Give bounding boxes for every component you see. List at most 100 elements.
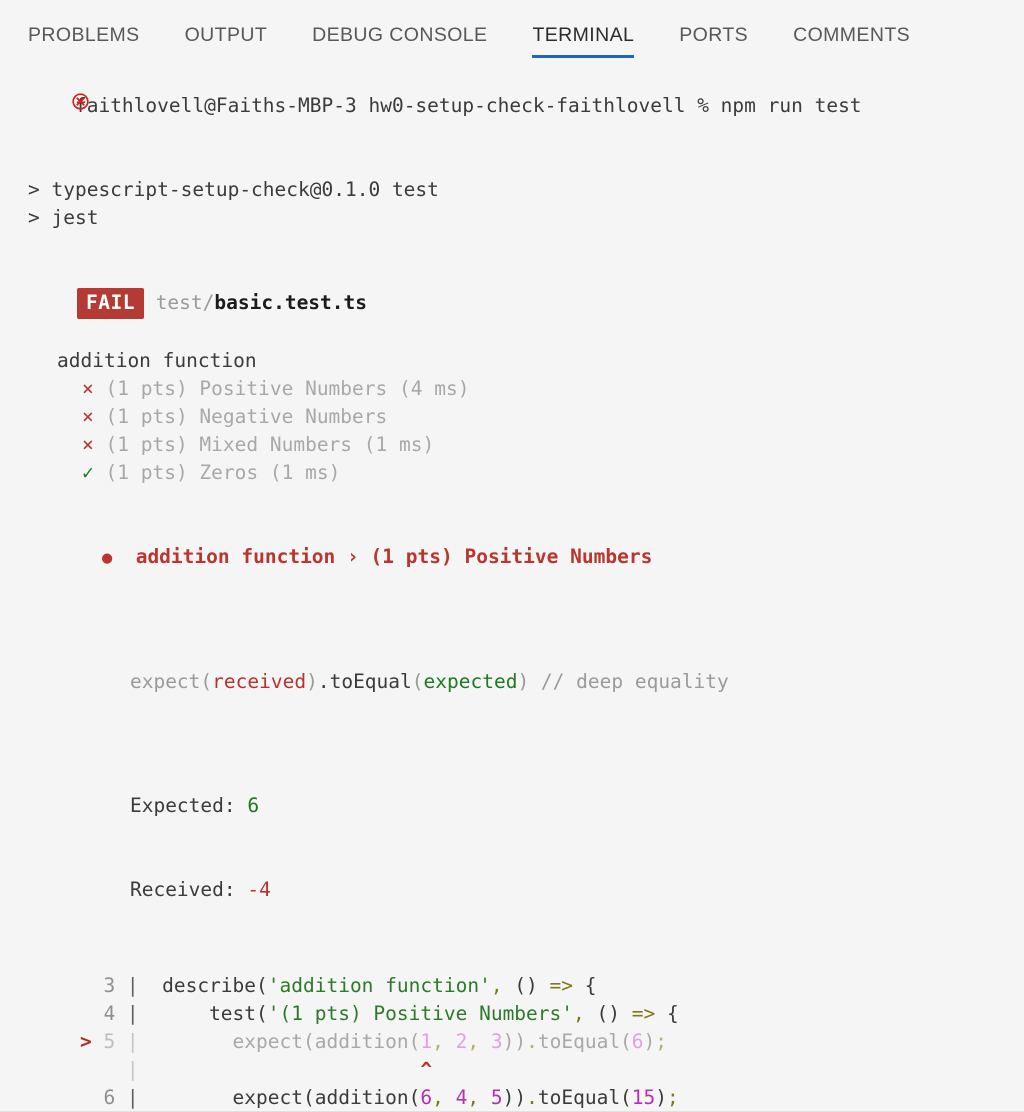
error-circle-x-icon xyxy=(2,62,90,110)
code-token-ident: )) xyxy=(502,1030,527,1053)
code-token-punct: , xyxy=(573,1002,585,1025)
code-token-ident: toEqual( xyxy=(537,1086,632,1109)
code-line-marker-blank xyxy=(80,1056,103,1084)
test-result-label: (1 pts) Negative Numbers xyxy=(105,405,388,428)
failure-bullet-icon: ● xyxy=(101,548,113,568)
cross-icon: × xyxy=(82,377,94,400)
expected-label: Expected: xyxy=(129,794,236,817)
code-token-ident: { xyxy=(573,974,597,997)
error-caret-icon: ^ xyxy=(420,1058,433,1081)
code-line-number: 6 xyxy=(103,1086,116,1109)
code-gutter-pipe: | xyxy=(126,1058,139,1081)
code-token-num: 2 xyxy=(455,1030,468,1053)
code-line-marker-blank xyxy=(80,1000,103,1028)
code-frame-line: > 5 | expect(addition(1, 2, 3)).toEqual(6… xyxy=(0,1028,1024,1056)
test-result-duration: (4 ms) xyxy=(387,377,470,400)
code-token-ident: toEqual( xyxy=(537,1030,632,1053)
npm-output-line: > jest xyxy=(0,204,1024,232)
code-token-num: 15 xyxy=(631,1086,656,1109)
code-token-ident xyxy=(444,1086,456,1109)
code-token-num: 3 xyxy=(490,1030,503,1053)
describe-label: addition function xyxy=(57,349,257,372)
test-result-label: (1 pts) Zeros xyxy=(105,461,259,484)
npm-output-text: > jest xyxy=(28,206,99,229)
code-gutter-pipe: | xyxy=(126,974,139,997)
suite-header: FAIL test/basic.test.ts xyxy=(0,260,1024,347)
tab-ports[interactable]: PORTS xyxy=(679,24,748,58)
matcher-expect: expect xyxy=(129,670,201,693)
failure-header: ● addition function › (1 pts) Positive N… xyxy=(0,515,1024,600)
matcher-name: .toEqual xyxy=(317,670,412,693)
terminal-output[interactable]: faithlovell@Faiths-MBP-3 hw0-setup-check… xyxy=(0,58,1024,1112)
test-result-list: × (1 pts) Positive Numbers (4 ms) × (1 pt… xyxy=(0,375,1024,487)
code-token-ident: ) xyxy=(643,1030,656,1053)
received-value: -4 xyxy=(247,878,271,901)
code-token-num: 1 xyxy=(420,1030,433,1053)
test-result-duration: (1 ms) xyxy=(258,461,341,484)
code-frame-line: | ^ xyxy=(0,1056,1024,1084)
code-token-ident xyxy=(479,1086,491,1109)
prompt-text: faithlovell@Faiths-MBP-3 hw0-setup-check… xyxy=(74,94,862,117)
status-badge: FAIL xyxy=(76,288,144,319)
code-token-punct: , xyxy=(432,1030,444,1053)
terminal-prompt-line: faithlovell@Faiths-MBP-3 hw0-setup-check… xyxy=(0,58,1024,148)
code-token-punct: ; xyxy=(667,1086,679,1109)
code-token-ident: )) xyxy=(502,1086,527,1109)
matcher-comment: // deep equality xyxy=(540,670,729,693)
code-line-number: 5 xyxy=(103,1030,116,1053)
suite-path-prefix: test/ xyxy=(155,291,215,314)
code-token-punct: . xyxy=(526,1086,538,1109)
matcher-expected-arg: expected xyxy=(423,670,518,693)
error-line-marker-icon: > xyxy=(80,1030,104,1053)
panel-tabbar: PROBLEMS OUTPUT DEBUG CONSOLE TERMINAL PORTS… xyxy=(0,0,1024,58)
code-token-ident: { xyxy=(655,1002,679,1025)
suite-file-name[interactable]: basic.test.ts xyxy=(214,291,367,314)
tab-output[interactable]: OUTPUT xyxy=(185,24,268,58)
code-token-punct: , xyxy=(490,974,503,997)
npm-output-text: > typescript-setup-check@0.1.0 test xyxy=(28,178,439,201)
tab-debug-console[interactable]: DEBUG CONSOLE xyxy=(312,24,487,58)
code-token-num: 6 xyxy=(631,1030,644,1053)
code-token-punct: => xyxy=(537,974,574,997)
failure-describe: addition function xyxy=(135,545,336,568)
code-gutter-pipe: | xyxy=(126,1086,139,1109)
tab-problems[interactable]: PROBLEMS xyxy=(28,24,140,58)
code-token-num: 4 xyxy=(455,1086,468,1109)
matcher-line: expect(received).toEqual(expected) // de… xyxy=(129,670,729,693)
code-frame: 3 | describe('addition function', () => {… xyxy=(0,972,1024,1112)
code-frame-line: 4 | test('(1 pts) Positive Numbers', () =… xyxy=(0,1000,1024,1028)
code-line-marker-blank xyxy=(80,972,103,1000)
tab-terminal[interactable]: TERMINAL xyxy=(532,24,635,58)
code-token-ident xyxy=(479,1030,491,1053)
code-token-punct: , xyxy=(467,1030,480,1053)
code-token-punct: , xyxy=(432,1086,444,1109)
test-result-row: × (1 pts) Negative Numbers xyxy=(0,403,1024,431)
expected-line: Expected: 6 xyxy=(0,764,1024,848)
code-token-punct: => xyxy=(620,1002,656,1025)
test-result-row: ✓ (1 pts) Zeros (1 ms) xyxy=(0,459,1024,487)
expected-value: 6 xyxy=(247,794,260,817)
code-token-ident: expect(addition( xyxy=(138,1086,421,1109)
failure-test-name: (1 pts) Positive Numbers xyxy=(370,545,653,568)
matcher-received-arg: received xyxy=(212,670,307,693)
code-token-ident xyxy=(444,1030,456,1053)
code-token-punct: ; xyxy=(655,1030,668,1053)
code-line-number: 3 xyxy=(103,974,116,997)
code-token-ident: () xyxy=(502,974,538,997)
code-token-ident: () xyxy=(584,1002,621,1025)
code-token-ident: ) xyxy=(655,1086,668,1109)
code-token-ident: describe( xyxy=(138,974,268,997)
code-token-punct: . xyxy=(526,1030,538,1053)
code-line-marker-blank xyxy=(80,1084,103,1112)
tab-comments[interactable]: COMMENTS xyxy=(793,24,910,58)
